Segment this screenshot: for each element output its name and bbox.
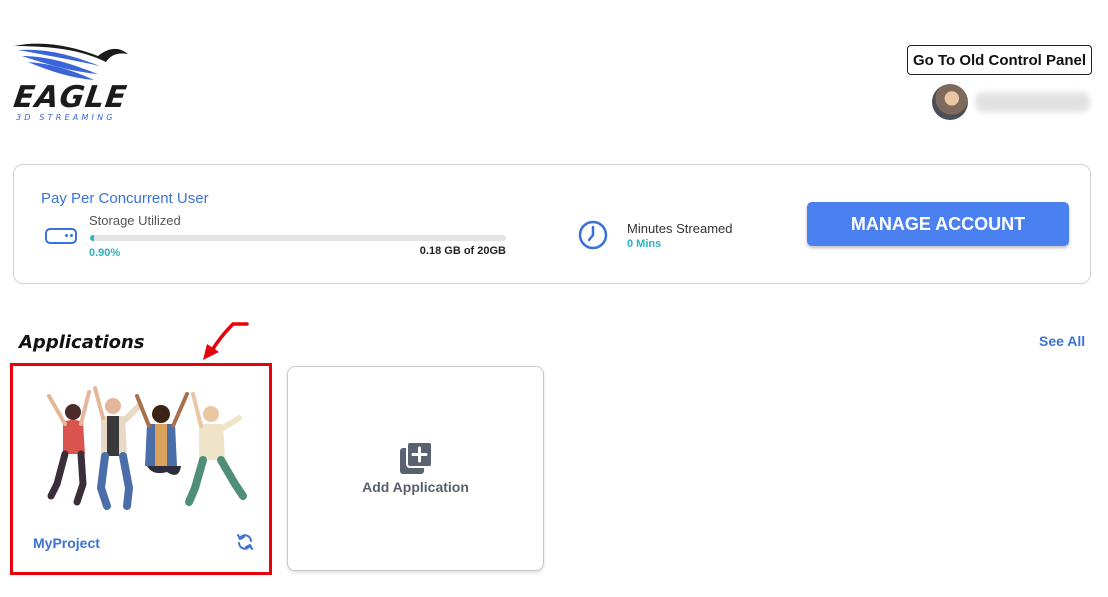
plan-title: Pay Per Concurrent User — [41, 190, 209, 207]
eagle-wing-icon — [14, 43, 128, 80]
app-name[interactable]: MyProject — [33, 535, 100, 551]
user-name-redacted — [975, 92, 1090, 112]
old-control-panel-button[interactable]: Go To Old Control Panel — [907, 45, 1092, 75]
account-summary-card: Pay Per Concurrent User Storage Utilized… — [13, 164, 1091, 284]
storage-size: 0.18 GB of 20GB — [419, 245, 506, 257]
refresh-icon[interactable] — [236, 533, 254, 551]
storage-progress-bar — [90, 235, 506, 241]
minutes-streamed-label: Minutes Streamed — [627, 221, 733, 236]
storage-percent: 0.90% — [89, 247, 121, 259]
manage-account-button[interactable]: MANAGE ACCOUNT — [807, 202, 1069, 246]
add-application-card[interactable]: Add Application — [287, 366, 544, 571]
applications-title: Applications — [19, 332, 145, 353]
annotation-arrow-icon — [203, 322, 249, 360]
app-card-myproject[interactable]: MyProject — [10, 363, 272, 575]
storage-drive-icon — [45, 228, 77, 244]
logo-subtitle: 3D STREAMING — [16, 113, 116, 122]
celebrating-people-illustration — [47, 386, 247, 510]
see-all-link[interactable]: See All — [1039, 333, 1085, 349]
eagle-logo[interactable]: EAGLE 3D STREAMING — [12, 40, 132, 125]
add-application-label: Add Application — [362, 479, 469, 495]
storage-progress-fill — [90, 235, 94, 241]
clock-icon — [578, 220, 608, 250]
user-avatar[interactable] — [932, 84, 968, 120]
add-stack-icon — [400, 441, 433, 474]
minutes-streamed-value: 0 Mins — [627, 238, 662, 250]
storage-label: Storage Utilized — [89, 213, 181, 228]
logo-word: EAGLE — [11, 80, 130, 115]
